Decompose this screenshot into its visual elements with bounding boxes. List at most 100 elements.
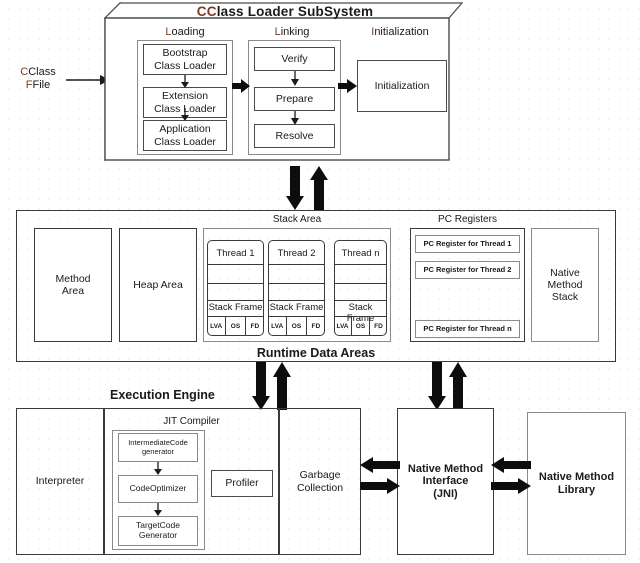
code-optimizer-box: CodeOptimizer — [118, 475, 198, 503]
bootstrap-class-loader-line2: Class Loader — [154, 59, 216, 72]
jvm-architecture-diagram: CClass FFile CClass Loader SubSystemClas… — [0, 0, 640, 563]
thread-n-part-os: OS — [352, 316, 370, 336]
jni-line2: Interface — [422, 475, 469, 488]
label-remainder: lass Loader SubSystem — [216, 4, 374, 19]
loading-to-linking-arrow-icon — [232, 79, 250, 93]
pc-register-thread-1-box: PC Register for Thread 1 — [415, 235, 520, 253]
execution-engine-title: Execution Engine — [110, 388, 280, 402]
stack-area-title: Stack Area — [203, 214, 391, 226]
thread-1-divider-2 — [207, 283, 264, 284]
linking-arrow-2-icon — [291, 111, 299, 125]
jni-to-runtime-up-arrow-icon — [449, 362, 467, 410]
phase-label-initialization: Initialization — [350, 26, 450, 39]
thread-1-stack-frame-text: Stack Frame — [208, 302, 263, 313]
thread-2-divider-1 — [268, 264, 325, 265]
application-class-loader-line1: Application — [159, 123, 211, 136]
bootstrap-class-loader-box: Bootstrap Class Loader — [143, 44, 227, 75]
class-file-text-1: Class — [28, 66, 56, 78]
garbage-collection-box: Garbage Collection — [279, 408, 361, 555]
thread-2-name: Thread 2 — [268, 248, 325, 260]
label-remainder: inking — [280, 26, 310, 38]
intermediate-code-generator-box: IntermediateCode generator — [118, 433, 198, 462]
extension-class-loader-line1: Extension — [161, 90, 209, 103]
loading-arrow-1-icon — [181, 75, 189, 88]
pc-register-thread-2-box: PC Register for Thread 2 — [415, 261, 520, 279]
pc-registers-title: PC Registers — [410, 214, 525, 226]
thread-2-divider-3 — [268, 300, 325, 301]
resolve-box: Resolve — [254, 124, 335, 148]
thread-n-name-text: Thread n — [341, 248, 380, 259]
jni-to-gc-left-arrow-icon — [360, 457, 400, 473]
profiler-box: Profiler — [211, 470, 273, 497]
verify-box: Verify — [254, 47, 335, 71]
execution-engine-title-text: Execution Engine — [110, 388, 215, 402]
jni-line1: Native Method — [407, 462, 484, 475]
pc-registers-title-text: PC Registers — [438, 214, 497, 225]
native-method-library-box: Native Method Library — [527, 412, 626, 555]
initialization-label: Initialization — [374, 79, 430, 92]
native-method-stack-box: Native Method Stack — [531, 228, 599, 342]
thread-1-stack-frame-label: Stack Frame — [207, 302, 264, 314]
classloader-to-runtime-down-arrow-icon — [286, 166, 304, 210]
thread-1-name: Thread 1 — [207, 248, 264, 260]
thread-1-name-text: Thread 1 — [216, 248, 255, 259]
thread-2-name-text: Thread 2 — [277, 248, 316, 259]
prepare-label: Prepare — [275, 92, 314, 105]
native-method-library-line2: Library — [557, 483, 596, 496]
thread-1-frame-parts: LVA OS FD — [207, 316, 264, 336]
native-method-stack-line1: Native — [550, 266, 580, 279]
jni-to-library-right-arrow-icon — [491, 478, 531, 494]
phase-label-linking: Linking — [252, 26, 332, 39]
thread-2-stack-frame-label: Stack Frame — [268, 302, 325, 314]
gc-to-jni-right-arrow-icon — [360, 478, 400, 494]
loading-arrow-2-icon — [181, 108, 189, 121]
thread-1-divider-3 — [207, 300, 264, 301]
code-optimizer-label: CodeOptimizer — [129, 483, 187, 494]
garbage-collection-line2: Collection — [296, 481, 344, 494]
thread-2-divider-2 — [268, 283, 325, 284]
jit-compiler-title: JIT Compiler — [104, 416, 279, 428]
thread-1-part-fd: FD — [250, 322, 260, 330]
thread-n-divider-2 — [334, 283, 387, 284]
application-class-loader-box: Application Class Loader — [143, 120, 227, 151]
pc-register-thread-n-label: PC Register for Thread n — [423, 323, 512, 333]
heap-area-label: Heap Area — [133, 278, 183, 291]
runtime-to-jni-down-arrow-icon — [428, 362, 446, 410]
label-remainder: oading — [171, 26, 205, 38]
runtime-data-areas-title-text: Runtime Data Areas — [256, 346, 376, 360]
linking-to-initialization-arrow-icon — [338, 79, 357, 93]
thread-n-name: Thread n — [334, 248, 387, 260]
thread-1-part-lva: LVA — [207, 316, 227, 336]
resolve-label: Resolve — [275, 129, 314, 142]
runtime-to-engine-down-arrow-icon — [252, 362, 270, 410]
application-class-loader-line2: Class Loader — [154, 135, 216, 148]
runtime-data-areas-title: Runtime Data Areas — [16, 346, 616, 360]
class-loader-subsystem-title: CClass Loader SubSystemClass Loader SubS… — [196, 4, 374, 19]
profiler-label: Profiler — [225, 477, 259, 490]
heap-area-box: Heap Area — [119, 228, 197, 342]
thread-2-part-fd: FD — [311, 322, 321, 330]
bootstrap-class-loader-line1: Bootstrap — [162, 47, 208, 60]
runtime-to-classloader-up-arrow-icon — [310, 166, 328, 210]
pc-register-thread-n-box: PC Register for Thread n — [415, 320, 520, 338]
interpreter-label: Interpreter — [35, 475, 85, 488]
thread-n-part-fd: FD — [374, 322, 383, 330]
pc-register-thread-2-label: PC Register for Thread 2 — [423, 264, 512, 274]
garbage-collection-line1: Garbage — [299, 469, 341, 482]
jit-compiler-title-text: JIT Compiler — [163, 416, 220, 427]
thread-n-frame-parts: LVA OS FD — [334, 316, 387, 336]
method-area-box: Method Area — [34, 228, 112, 342]
interpreter-box: Interpreter — [16, 408, 104, 555]
jit-arrow-2-icon — [154, 503, 162, 516]
phase-label-loading: Loading — [140, 26, 230, 39]
thread-1-divider-1 — [207, 264, 264, 265]
label-remainder: nitialization — [374, 26, 429, 38]
thread-2-stack-frame-text: Stack Frame — [269, 302, 324, 313]
accent-initial: C — [206, 4, 217, 19]
method-area-line1: Method — [55, 272, 91, 285]
thread-n-divider-3 — [334, 300, 387, 301]
initialization-box: Initialization — [357, 60, 447, 112]
library-to-jni-left-arrow-icon — [491, 457, 531, 473]
thread-n-divider-1 — [334, 264, 387, 265]
jit-arrow-1-icon — [154, 462, 162, 475]
